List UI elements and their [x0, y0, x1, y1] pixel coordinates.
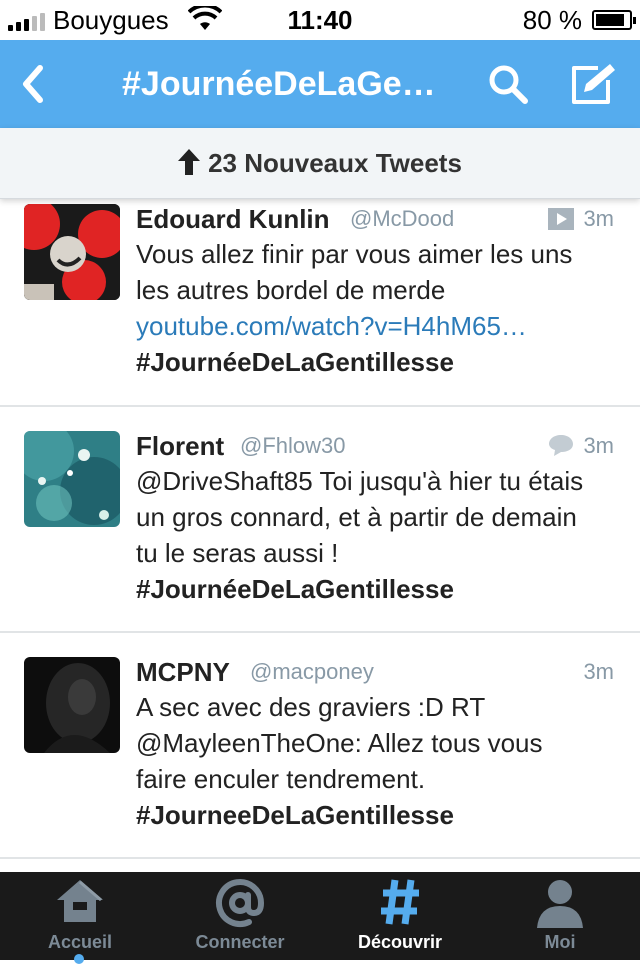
- conversation-icon: [549, 435, 573, 456]
- tweet-text-line: Vous allez finir par vous aimer les uns: [136, 239, 573, 269]
- tweet-author-name[interactable]: Florent: [136, 431, 224, 462]
- tweet-text-line: @MayleenTheOne: Allez tous vous: [136, 728, 543, 758]
- profile-icon: [537, 880, 583, 928]
- tab-label: Connecter: [195, 932, 285, 952]
- tweet-item[interactable]: Edouard Kunlin @McDood 3m Vous allez fin…: [0, 198, 640, 407]
- tweet-author-handle[interactable]: @macponey: [250, 659, 374, 685]
- status-bar: Bouygues 11:40 80 %: [0, 0, 640, 40]
- new-tweets-banner[interactable]: 23 Nouveaux Tweets: [0, 128, 640, 199]
- tweet-link[interactable]: youtube.com/watch?v=H4hM65…: [136, 308, 626, 344]
- new-tweets-label: 23 Nouveaux Tweets: [208, 148, 462, 178]
- home-icon: [57, 880, 103, 922]
- tab-accueil[interactable]: Accueil: [0, 872, 160, 964]
- tweet-hashtag[interactable]: #JournéeDeLaGentillesse: [136, 571, 626, 607]
- tweet-author-handle[interactable]: @McDood: [350, 206, 454, 232]
- avatar[interactable]: [24, 204, 120, 300]
- tweet-hashtag[interactable]: #JourneeDeLaGentillesse: [136, 797, 626, 833]
- page-title: #JournéeDeLaGe…: [122, 65, 436, 103]
- video-icon: [548, 208, 574, 230]
- tab-label: Accueil: [47, 932, 113, 952]
- tweet-text: A sec avec des graviers :D RT @MayleenTh…: [136, 689, 626, 833]
- tweet-text-line: A sec avec des graviers :D RT: [136, 692, 486, 722]
- tweet-time: 3m: [583, 433, 614, 458]
- tweet-text: @DriveShaft85 Toi jusqu'à hier tu étais …: [136, 463, 626, 607]
- arrow-up-icon: [178, 149, 201, 176]
- battery-icon: [592, 10, 636, 30]
- hashtag-icon: [381, 879, 419, 925]
- at-icon: [216, 879, 265, 927]
- tweet-author-handle[interactable]: @Fhlow30: [240, 433, 346, 459]
- tweet-text-line: un gros connard, et à partir de demain: [136, 502, 577, 532]
- nav-bar: #JournéeDeLaGe…: [0, 40, 640, 128]
- tweet-item[interactable]: MCPNY @macponey 3m A sec avec des gravie…: [0, 633, 640, 859]
- tweet-time: 3m: [583, 206, 614, 231]
- tweet-author-name[interactable]: Edouard Kunlin: [136, 204, 330, 235]
- tab-connecter[interactable]: Connecter: [160, 872, 320, 960]
- tab-label: Moi: [544, 932, 576, 952]
- avatar[interactable]: [24, 657, 120, 753]
- tweet-text-line: les autres bordel de merde: [136, 275, 446, 305]
- tweet-text-line: faire enculer tendrement.: [136, 764, 426, 794]
- battery-percent: 80 %: [522, 5, 582, 35]
- tweet-text: Vous allez finir par vous aimer les uns …: [136, 236, 626, 380]
- tweet-item[interactable]: Florent @Fhlow30 3m @DriveShaft85 Toi ju…: [0, 407, 640, 633]
- tab-bar: Accueil Connecter Découvrir Moi: [0, 872, 640, 964]
- tab-decouvrir[interactable]: Découvrir: [320, 872, 480, 960]
- tweet-time: 3m: [583, 659, 614, 684]
- tweet-author-name[interactable]: MCPNY: [136, 657, 230, 688]
- back-icon[interactable]: [14, 60, 54, 108]
- tab-moi[interactable]: Moi: [480, 872, 640, 960]
- compose-icon[interactable]: [568, 62, 618, 106]
- avatar[interactable]: [24, 431, 120, 527]
- tab-label: Découvrir: [357, 932, 443, 952]
- tweet-text-line: @DriveShaft85 Toi jusqu'à hier tu étais: [136, 466, 584, 496]
- search-icon[interactable]: [488, 64, 528, 104]
- tweet-hashtag[interactable]: #JournéeDeLaGentillesse: [136, 344, 626, 380]
- unread-indicator: [74, 954, 84, 964]
- tweet-text-line: tu le seras aussi !: [136, 538, 339, 568]
